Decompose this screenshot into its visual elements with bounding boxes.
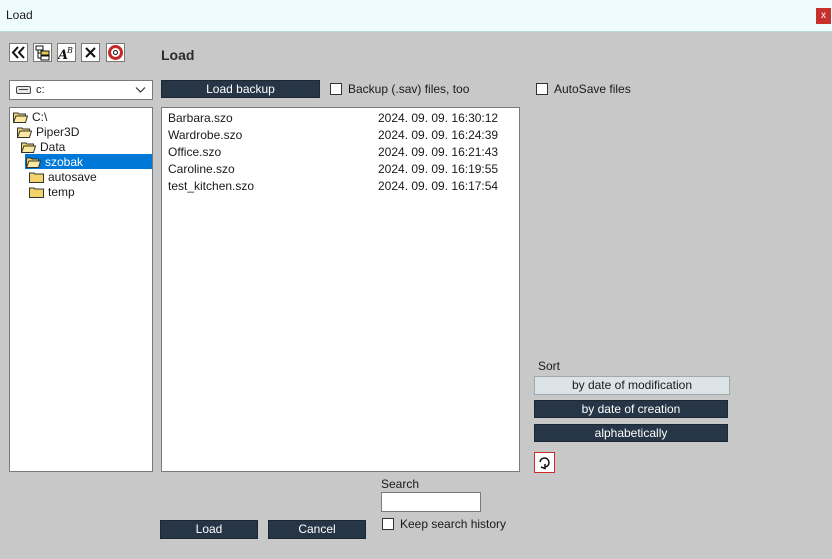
folder-icon xyxy=(29,187,44,198)
autosave-files-checkbox[interactable]: AutoSave files xyxy=(536,82,631,96)
checkbox-box[interactable] xyxy=(536,83,548,95)
folder-icon xyxy=(29,172,44,183)
tree-node-label: autosave xyxy=(48,169,97,184)
checkbox-label: AutoSave files xyxy=(554,82,631,96)
file-date: 2024. 09. 09. 16:17:54 xyxy=(378,179,499,193)
list-item[interactable]: Barbara.szo 2024. 09. 09. 16:30:12 xyxy=(168,109,508,126)
delete-icon xyxy=(85,47,96,58)
folder-tree[interactable]: C:\ Piper3D Data szobak autosave temp xyxy=(9,107,153,472)
open-folder-icon xyxy=(21,142,36,153)
tree-node-label: temp xyxy=(48,184,75,199)
rotate-arrow-icon xyxy=(539,457,550,470)
drive-value: c: xyxy=(36,84,45,96)
tree-node-root[interactable]: C:\ xyxy=(13,109,47,124)
tree-node-data[interactable]: Data xyxy=(21,139,65,154)
file-name: Office.szo xyxy=(168,145,222,159)
sort-label: Sort xyxy=(538,359,561,373)
tree-node-label: C:\ xyxy=(32,109,48,124)
list-item[interactable]: Office.szo 2024. 09. 09. 16:21:43 xyxy=(168,143,508,160)
tree-node-label: Piper3D xyxy=(36,124,80,139)
open-folder-icon xyxy=(26,157,41,168)
sort-alphabetically-button[interactable]: alphabetically xyxy=(534,424,728,442)
file-name: Barbara.szo xyxy=(168,111,233,125)
cancel-button[interactable]: Cancel xyxy=(268,520,366,539)
file-name: Caroline.szo xyxy=(168,162,235,176)
sort-by-creation-button[interactable]: by date of creation xyxy=(534,400,728,418)
file-name: Wardrobe.szo xyxy=(168,128,243,142)
page-title: Load xyxy=(161,47,195,63)
tree-node-label: Data xyxy=(40,139,66,154)
sort-by-modification-button[interactable]: by date of modification xyxy=(534,376,730,395)
tree-node-temp[interactable]: temp xyxy=(29,184,75,199)
rename-icon: A B xyxy=(58,46,73,61)
file-name: test_kitchen.szo xyxy=(168,179,255,193)
checkbox-box[interactable] xyxy=(330,83,342,95)
file-date: 2024. 09. 09. 16:24:39 xyxy=(378,128,499,142)
tree-node-label: szobak xyxy=(45,154,84,169)
checkbox-box[interactable] xyxy=(382,518,394,530)
collapse-button[interactable] xyxy=(9,43,28,62)
checkbox-label: Keep search history xyxy=(400,517,507,531)
double-chevron-left-icon xyxy=(11,46,25,59)
delete-button[interactable] xyxy=(81,43,100,62)
title-bar: Load x xyxy=(0,0,832,32)
tree-icon xyxy=(35,45,49,60)
backup-files-checkbox[interactable]: Backup (.sav) files, too xyxy=(330,82,469,96)
list-item[interactable]: Caroline.szo 2024. 09. 09. 16:19:55 xyxy=(168,160,508,177)
file-list[interactable]: Barbara.szo 2024. 09. 09. 16:30:12 Wardr… xyxy=(161,107,520,472)
close-button[interactable]: x xyxy=(816,8,831,24)
list-item[interactable]: Wardrobe.szo 2024. 09. 09. 16:24:39 xyxy=(168,126,508,143)
window-title: Load xyxy=(6,8,33,22)
load-backup-button[interactable]: Load backup xyxy=(161,80,320,98)
search-input[interactable] xyxy=(381,492,481,512)
tree-node-autosave[interactable]: autosave xyxy=(29,169,97,184)
tree-node-piper3d[interactable]: Piper3D xyxy=(17,124,79,139)
open-folder-icon xyxy=(13,112,28,123)
drive-select[interactable]: c: xyxy=(9,80,153,100)
open-folder-icon xyxy=(17,127,32,138)
help-button[interactable] xyxy=(106,43,125,62)
rename-button[interactable]: A B xyxy=(57,43,76,62)
search-label: Search xyxy=(381,477,420,491)
svg-text:B: B xyxy=(66,46,73,55)
file-date: 2024. 09. 09. 16:19:55 xyxy=(378,162,499,176)
file-date: 2024. 09. 09. 16:21:43 xyxy=(378,145,499,159)
tree-view-button[interactable] xyxy=(33,43,52,62)
file-date: 2024. 09. 09. 16:30:12 xyxy=(378,111,499,125)
load-button[interactable]: Load xyxy=(160,520,258,539)
keep-history-checkbox[interactable]: Keep search history xyxy=(382,517,506,531)
help-icon xyxy=(108,45,123,60)
list-item[interactable]: test_kitchen.szo 2024. 09. 09. 16:17:54 xyxy=(168,177,508,194)
drive-icon xyxy=(16,86,31,94)
checkbox-label: Backup (.sav) files, too xyxy=(348,82,470,96)
tree-node-szobak[interactable]: szobak xyxy=(25,154,152,169)
chevron-down-icon xyxy=(135,87,146,93)
sort-order-toggle[interactable] xyxy=(534,452,555,473)
